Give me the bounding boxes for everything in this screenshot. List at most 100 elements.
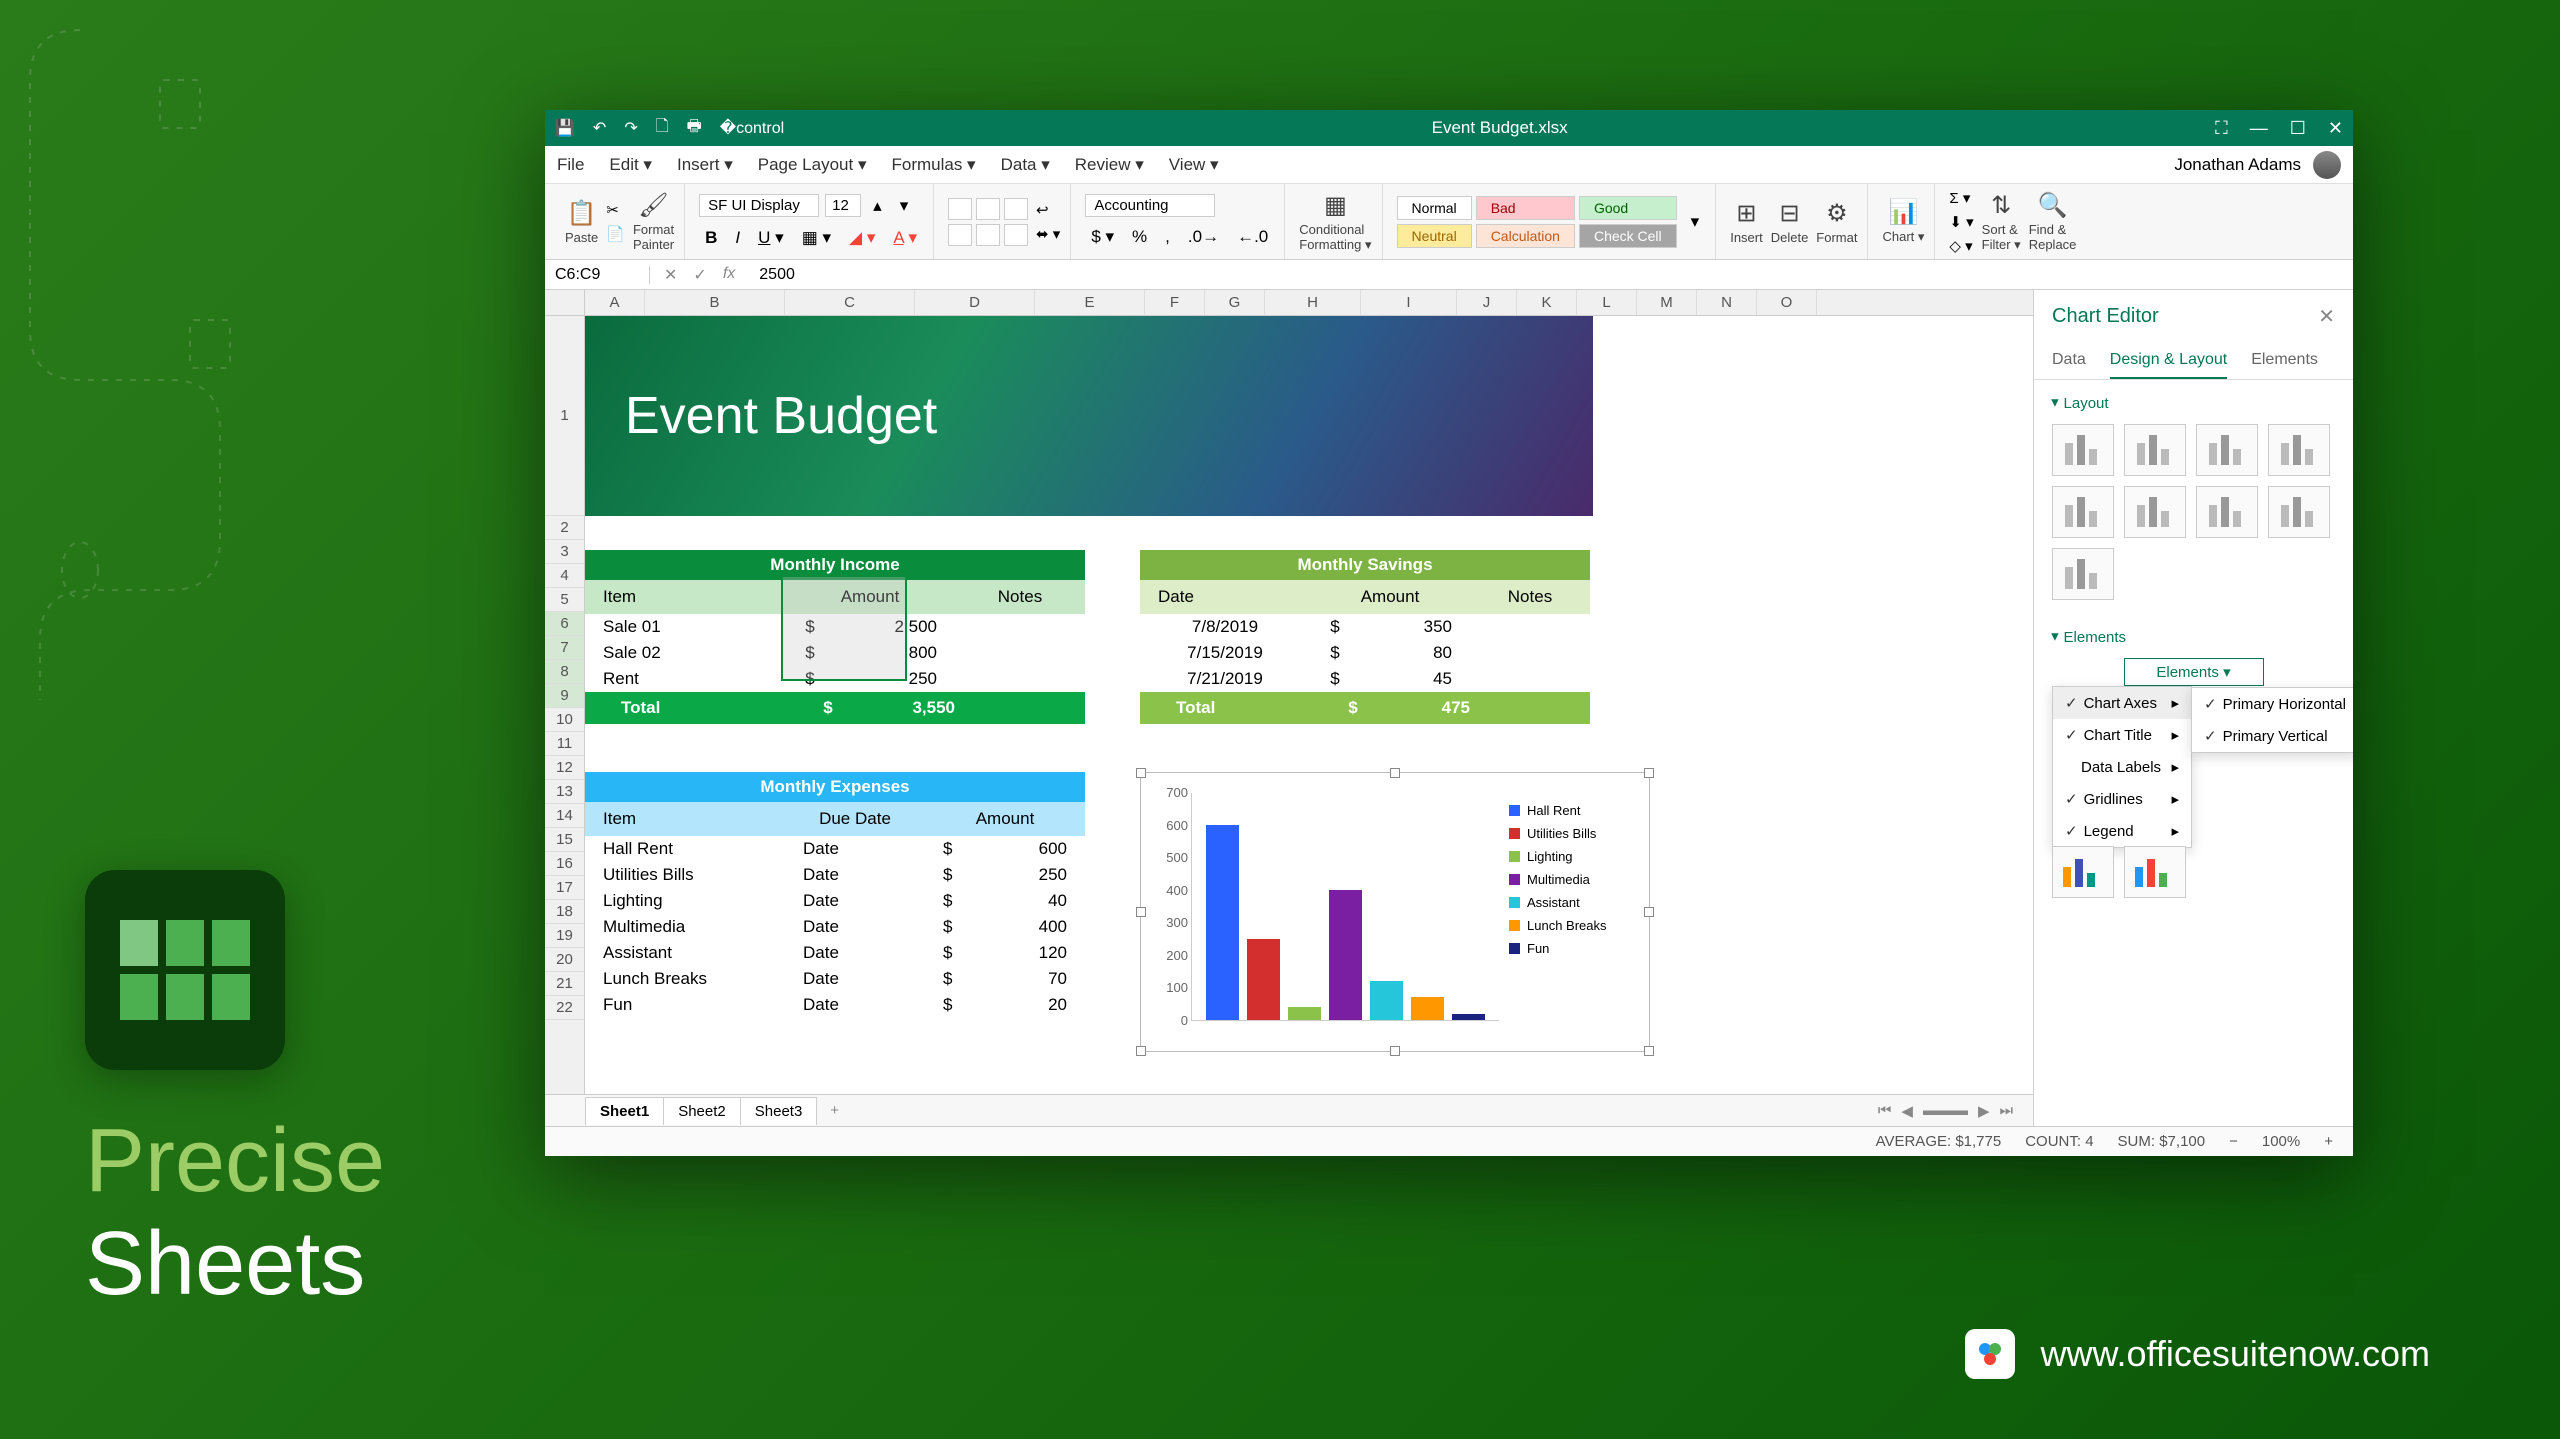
elem-item-chart-axes[interactable]: Chart Axes▸ <box>2053 687 2191 719</box>
scroll-thumb[interactable]: ▬▬▬ <box>1923 1102 1968 1120</box>
scroll-last-icon[interactable]: ⏭ <box>1999 1102 2013 1120</box>
style-normal[interactable]: Normal <box>1397 196 1472 220</box>
border-button[interactable]: ▦ ▾ <box>796 226 837 250</box>
fill-icon[interactable]: ⬇ ▾ <box>1949 213 1973 231</box>
bold-button[interactable]: B <box>699 226 723 250</box>
format-painter-button[interactable]: 🖌Format Painter <box>633 191 674 252</box>
embedded-chart[interactable]: 7006005004003002001000 Hall RentUtilitie… <box>1140 772 1650 1052</box>
elements-dropdown[interactable]: Elements ▾ <box>2124 658 2264 686</box>
layout-thumb-4[interactable] <box>2052 486 2114 538</box>
number-format-select[interactable]: Accounting <box>1085 194 1215 217</box>
menu-view[interactable]: View ▾ <box>1159 151 1229 179</box>
column-headers[interactable]: ABCDEFGHIJKLMNO <box>545 290 2033 316</box>
layout-section-title[interactable]: Layout <box>2052 394 2335 412</box>
menu-insert[interactable]: Insert ▾ <box>667 151 743 179</box>
dec-decimal-icon[interactable]: ←.0 <box>1231 225 1274 249</box>
sort-filter-button[interactable]: ⇅Sort & Filter ▾ <box>1982 191 2021 253</box>
add-sheet-button[interactable]: + <box>816 1102 853 1119</box>
cut-icon[interactable]: ✂ <box>606 201 625 219</box>
sheet-tab-sheet1[interactable]: Sheet1 <box>585 1097 664 1125</box>
percent-icon[interactable]: % <box>1126 225 1153 249</box>
style-thumb[interactable] <box>2124 846 2186 898</box>
save-icon[interactable]: 💾 <box>555 118 575 138</box>
style-good[interactable]: Good <box>1579 196 1677 220</box>
font-shrink-icon[interactable]: ▾ <box>894 194 915 218</box>
zoom-in-icon[interactable]: + <box>2324 1133 2333 1150</box>
layout-thumb-5[interactable] <box>2124 486 2186 538</box>
underline-button[interactable]: U ▾ <box>752 226 790 250</box>
sheet-tab-sheet3[interactable]: Sheet3 <box>740 1097 818 1125</box>
clear-icon[interactable]: ◇ ▾ <box>1949 237 1973 255</box>
cells-area[interactable]: Event Budget Monthly Income ItemAmountNo… <box>585 316 2033 1094</box>
zoom-out-icon[interactable]: − <box>2229 1133 2238 1150</box>
elements-section-title[interactable]: Elements <box>2052 628 2335 646</box>
italic-button[interactable]: I <box>729 226 746 250</box>
share-icon[interactable]: �control <box>720 118 784 138</box>
user-name[interactable]: Jonathan Adams <box>2174 155 2301 175</box>
ce-tab-elements[interactable]: Elements <box>2251 343 2318 379</box>
insert-button[interactable]: ⊞Insert <box>1730 199 1763 245</box>
paste-button[interactable]: 📋Paste <box>565 199 598 245</box>
currency-icon[interactable]: $ ▾ <box>1085 225 1120 249</box>
merge-icon[interactable]: ⬌ ▾ <box>1036 225 1060 243</box>
conditional-formatting-button[interactable]: ▦Conditional Formatting ▾ <box>1299 191 1371 253</box>
font-size-select[interactable]: 12 <box>825 194 861 217</box>
layout-thumb-7[interactable] <box>2268 486 2330 538</box>
comma-icon[interactable]: , <box>1159 225 1176 249</box>
undo-icon[interactable]: ↶ <box>593 118 606 138</box>
styles-more-icon[interactable]: ▾ <box>1685 210 1706 234</box>
fullscreen-icon[interactable]: ⛶ <box>2215 118 2228 139</box>
formula-value[interactable]: 2500 <box>749 266 805 284</box>
chart-button[interactable]: 📊Chart ▾ <box>1882 198 1924 245</box>
fx-icon[interactable]: fx <box>723 265 735 285</box>
scroll-next-icon[interactable]: ▶ <box>1978 1102 1990 1120</box>
menu-file[interactable]: File <box>557 151 594 179</box>
redo-icon[interactable]: ↷ <box>624 118 637 138</box>
sheet-tab-sheet2[interactable]: Sheet2 <box>663 1097 741 1125</box>
font-grow-icon[interactable]: ▴ <box>867 194 888 218</box>
layout-thumb-6[interactable] <box>2196 486 2258 538</box>
layout-thumb-2[interactable] <box>2196 424 2258 476</box>
font-color-button[interactable]: A ▾ <box>887 226 923 250</box>
elem-item-data-labels[interactable]: Data Labels▸ <box>2053 751 2191 783</box>
cancel-formula-icon[interactable]: ✕ <box>664 265 677 285</box>
style-calculation[interactable]: Calculation <box>1476 224 1575 248</box>
fill-color-button[interactable]: ◢ ▾ <box>843 226 881 250</box>
menu-formulas[interactable]: Formulas ▾ <box>881 151 985 179</box>
ce-tab-data[interactable]: Data <box>2052 343 2086 379</box>
menu-data[interactable]: Data ▾ <box>991 151 1060 179</box>
style-thumb[interactable] <box>2052 846 2114 898</box>
minimize-icon[interactable]: — <box>2250 118 2268 139</box>
elem-sub-primary-horizontal[interactable]: Primary Horizontal <box>2192 688 2353 720</box>
print-icon[interactable]: 🖶 <box>687 115 702 142</box>
copy-icon[interactable]: 📄 <box>606 225 625 243</box>
maximize-icon[interactable]: ☐ <box>2290 118 2306 139</box>
layout-thumb-8[interactable] <box>2052 548 2114 600</box>
delete-button[interactable]: ⊟Delete <box>1771 199 1809 245</box>
find-replace-button[interactable]: 🔍Find & Replace <box>2029 191 2077 252</box>
ce-tab-designlayout[interactable]: Design & Layout <box>2110 343 2227 379</box>
scroll-prev-icon[interactable]: ◀ <box>1901 1102 1913 1120</box>
inc-decimal-icon[interactable]: .0→ <box>1182 225 1225 249</box>
align-grid[interactable] <box>948 198 1028 246</box>
wrap-text-icon[interactable]: ↩ <box>1036 201 1060 219</box>
elem-sub-primary-vertical[interactable]: Primary Vertical <box>2192 720 2353 752</box>
elem-item-chart-title[interactable]: Chart Title▸ <box>2053 719 2191 751</box>
style-neutral[interactable]: Neutral <box>1397 224 1472 248</box>
elem-item-legend[interactable]: Legend▸ <box>2053 815 2191 847</box>
new-doc-icon[interactable]: 🗋 <box>656 115 669 142</box>
layout-thumb-0[interactable] <box>2052 424 2114 476</box>
style-bad[interactable]: Bad <box>1476 196 1575 220</box>
menu-page[interactable]: Page Layout ▾ <box>748 151 877 179</box>
avatar[interactable] <box>2313 151 2341 179</box>
name-box[interactable]: C6:C9 <box>545 266 650 284</box>
format-button[interactable]: ⚙Format <box>1816 199 1857 245</box>
menu-review[interactable]: Review ▾ <box>1065 151 1154 179</box>
accept-formula-icon[interactable]: ✓ <box>693 265 706 285</box>
style-check-cell[interactable]: Check Cell <box>1579 224 1677 248</box>
font-select[interactable]: SF UI Display <box>699 194 819 217</box>
close-panel-icon[interactable]: ✕ <box>2318 304 2335 329</box>
layout-thumb-1[interactable] <box>2124 424 2186 476</box>
scroll-first-icon[interactable]: ⏮ <box>1878 1102 1892 1120</box>
layout-thumb-3[interactable] <box>2268 424 2330 476</box>
